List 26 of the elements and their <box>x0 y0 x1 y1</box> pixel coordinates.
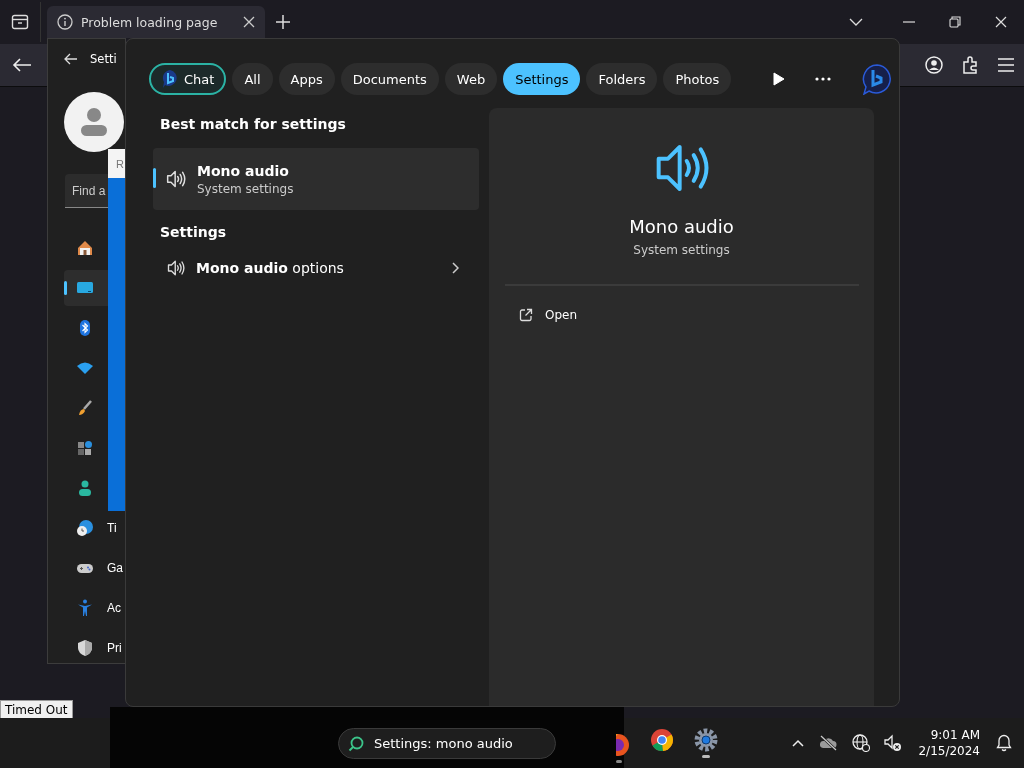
browser-tab[interactable]: Problem loading page <box>47 6 265 38</box>
open-button[interactable]: Open <box>515 302 582 328</box>
filter-tab[interactable]: Apps <box>278 63 335 95</box>
preview-subtitle: System settings <box>633 243 730 257</box>
taskbar-search-field[interactable]: Settings: mono audio <box>338 727 556 759</box>
result-item[interactable]: Mono audio options <box>153 252 479 284</box>
search-field[interactable]: Find a <box>65 174 108 208</box>
section-heading: Best match for settings <box>160 116 347 134</box>
section-heading: Settings <box>160 224 228 242</box>
nav-item[interactable]: Pri <box>64 630 125 663</box>
filter-tab[interactable]: Photos <box>663 63 732 95</box>
window-title: Setti <box>90 52 117 66</box>
nav-item[interactable]: Ga <box>64 550 125 586</box>
filter-tab[interactable]: Web <box>444 63 498 95</box>
popup-title: R <box>108 149 125 178</box>
taskbar-clock[interactable]: 9:01 AM 2/15/2024 <box>916 727 982 759</box>
filter-tab[interactable]: Documents <box>340 63 439 95</box>
nav-item[interactable]: Ti <box>64 510 125 546</box>
filter-tab[interactable]: Settings <box>503 63 581 95</box>
nav-item[interactable]: Ac <box>64 590 125 626</box>
filter-tab[interactable]: Chat <box>149 63 227 95</box>
filter-tab[interactable]: All <box>232 63 273 95</box>
result-item[interactable]: Mono audio System settings <box>153 148 479 210</box>
status-tooltip: Timed Out <box>0 700 73 720</box>
preview-title: Mono audio <box>629 216 734 237</box>
filter-tab[interactable]: Folders <box>586 63 658 95</box>
